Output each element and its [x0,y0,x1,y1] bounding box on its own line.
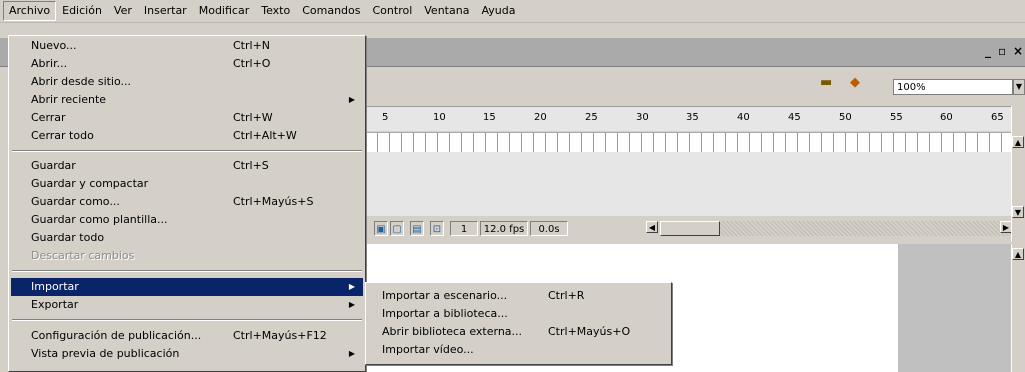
menu-item-importar[interactable]: Importar ▶ [11,278,363,296]
frame-rate: 12.0 fps [480,221,528,236]
menu-item-guardar-y-compactar[interactable]: Guardar y compactar [11,175,363,193]
zoom-field[interactable]: 100% [893,79,1013,95]
menu-insertar[interactable]: Insertar [138,2,193,20]
menu-item-exportar[interactable]: Exportar ▶ [11,296,363,314]
stage-vscroll[interactable]: ▲ [1011,244,1025,372]
ruler-label: 15 [483,112,496,123]
menu-separator [12,150,362,152]
timeline-layers-area[interactable] [366,152,1011,216]
menu-archivo[interactable]: Archivo [3,1,57,21]
ruler-label: 65 [991,112,1004,123]
submenu-arrow-icon: ▶ [348,95,355,104]
elapsed-time: 0.0s [530,221,568,236]
menu-bar: Archivo Edición Ver Insertar Modificar T… [0,0,1025,23]
scroll-up-icon[interactable]: ▲ [1012,136,1024,148]
menu-item-abrir-reciente[interactable]: Abrir reciente ▶ [11,91,363,109]
ruler-label: 45 [788,112,801,123]
menu-ver[interactable]: Ver [108,2,138,20]
importar-submenu: Importar a escenario... Ctrl+R Importar … [365,282,672,365]
onion-outline-icon[interactable]: ▢ [390,221,404,236]
menu-item-cerrar-todo[interactable]: Cerrar todo Ctrl+Alt+W [11,127,363,145]
menu-item-cerrar[interactable]: Cerrar Ctrl+W [11,109,363,127]
restore-button[interactable]: ▫ [998,44,1006,58]
menu-item-nuevo[interactable]: Nuevo... Ctrl+N [11,37,363,55]
ruler-label: 20 [534,112,547,123]
menu-ayuda[interactable]: Ayuda [475,2,521,20]
ruler-label: 30 [636,112,649,123]
menu-item-descartar-cambios: Descartar cambios [31,249,135,262]
menu-ventana[interactable]: Ventana [418,2,475,20]
minimize-button[interactable]: _ [985,44,991,58]
scroll-down-icon[interactable]: ▼ [1012,206,1024,218]
timeline-vscroll[interactable]: ▲ ▼ [1011,106,1025,242]
menu-comandos[interactable]: Comandos [296,2,366,20]
archivo-menu: Nuevo... Ctrl+N Abrir... Ctrl+O Abrir de… [8,35,366,372]
scroll-left-icon[interactable]: ◀ [646,221,658,233]
menu-item-abrir-biblioteca-externa[interactable]: Abrir biblioteca externa... Ctrl+Mayús+O [368,323,669,341]
modify-markers-icon[interactable]: ⊡ [430,221,444,236]
clapper-icon[interactable]: ▬ [820,74,842,91]
menu-item-abrir-desde-sitio[interactable]: Abrir desde sitio... [11,73,363,91]
menu-item-importar-a-biblioteca[interactable]: Importar a biblioteca... [368,305,669,323]
current-frame: 1 [450,221,478,236]
timeline-ruler: 5 10 15 20 25 30 35 40 45 50 55 60 65 [366,106,1011,131]
edit-multiple-icon[interactable]: ▤ [410,221,424,236]
menu-separator [12,270,362,272]
submenu-arrow-icon: ▶ [348,300,355,309]
symbol-icon[interactable]: ◆ [850,74,872,91]
ruler-label: 35 [686,112,699,123]
ruler-label: 25 [585,112,598,123]
menu-control[interactable]: Control [367,2,419,20]
menu-item-guardar-como[interactable]: Guardar como... Ctrl+Mayús+S [11,193,363,211]
scroll-thumb[interactable] [660,221,720,236]
zoom-dropdown-button[interactable]: ▼ [1013,79,1025,95]
menu-item-guardar-como-plantilla[interactable]: Guardar como plantilla... [11,211,363,229]
ruler-label: 60 [940,112,953,123]
menu-item-importar-video[interactable]: Importar vídeo... [368,341,669,359]
menu-item-abrir[interactable]: Abrir... Ctrl+O [11,55,363,73]
menu-modificar[interactable]: Modificar [193,2,256,20]
scroll-up-icon[interactable]: ▲ [1012,248,1024,260]
submenu-arrow-icon: ▶ [348,282,355,291]
close-button[interactable]: × [1013,44,1023,58]
onion-skin-icon[interactable]: ▣ [374,221,388,236]
ruler-label: 55 [890,112,903,123]
menu-item-configuracion-publicacion[interactable]: Configuración de publicación... Ctrl+May… [11,327,363,345]
menu-edicion[interactable]: Edición [56,2,108,20]
ruler-label: 10 [433,112,446,123]
menu-item-guardar-todo[interactable]: Guardar todo [11,229,363,247]
submenu-arrow-icon: ▶ [348,349,355,358]
timeline-hscroll[interactable] [660,221,1012,236]
menu-separator [12,319,362,321]
ruler-label: 50 [839,112,852,123]
menu-item-importar-a-escenario[interactable]: Importar a escenario... Ctrl+R [368,287,669,305]
menu-item-guardar[interactable]: Guardar Ctrl+S [11,157,363,175]
menu-texto[interactable]: Texto [255,2,296,20]
ruler-label: 40 [737,112,750,123]
pasteboard [898,244,1011,372]
timeline-frames[interactable] [366,132,1011,153]
menu-item-vista-previa-publicacion[interactable]: Vista previa de publicación ▶ [11,345,363,363]
ruler-label: 5 [382,112,389,123]
